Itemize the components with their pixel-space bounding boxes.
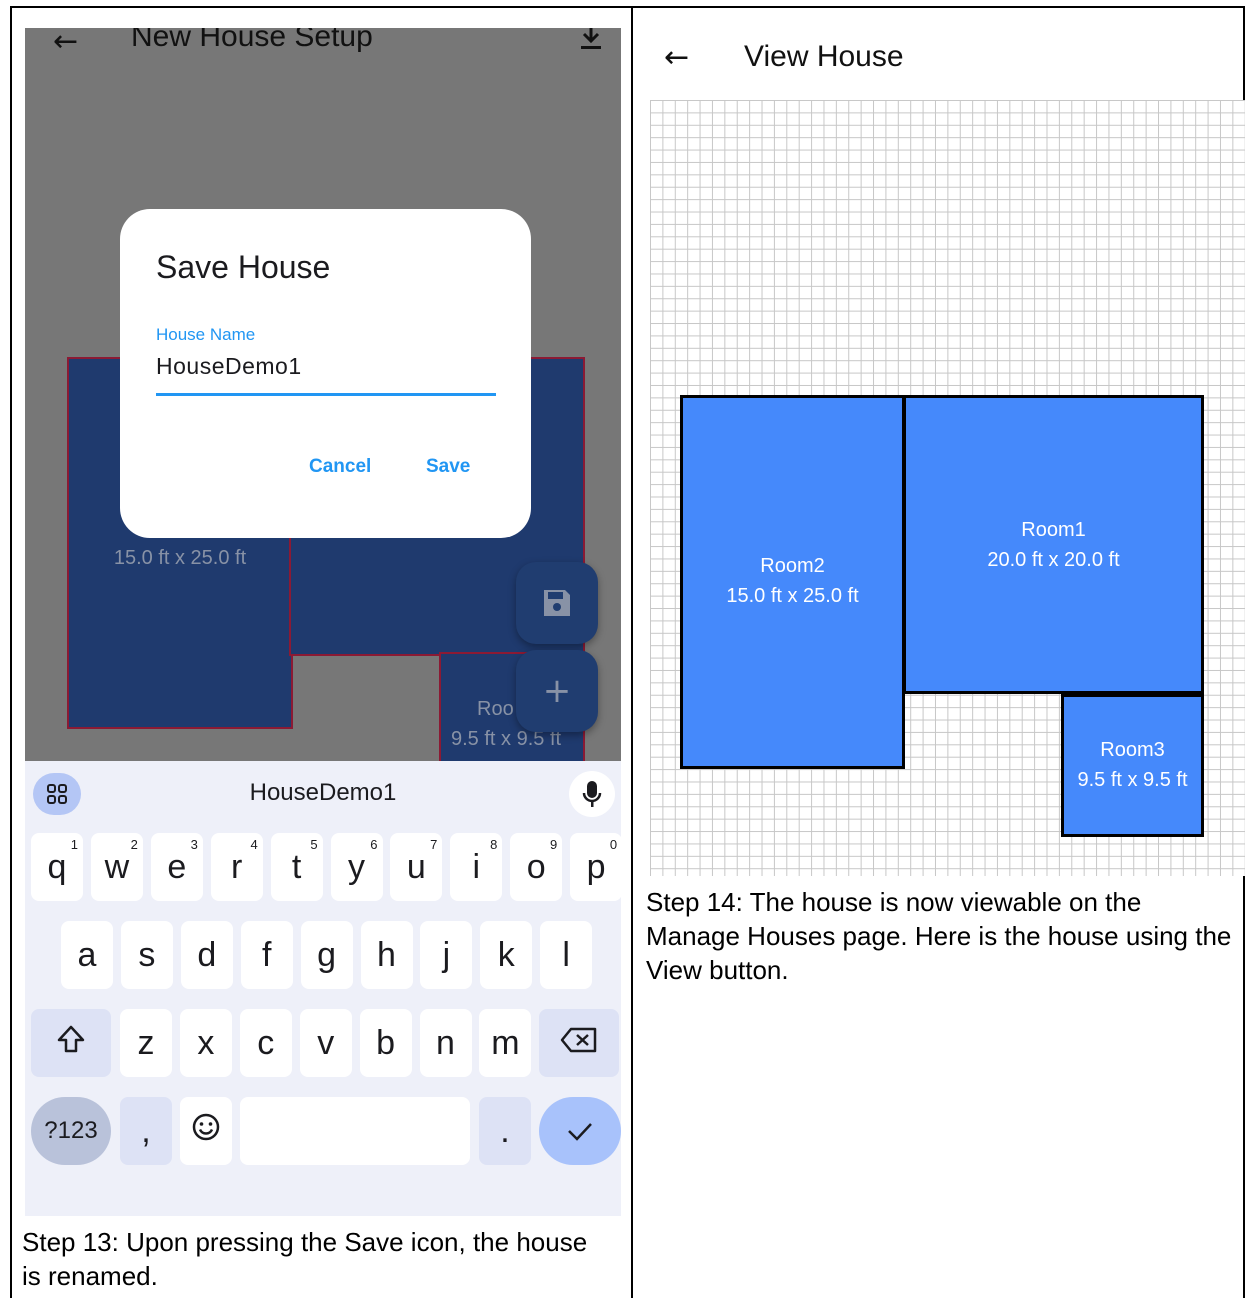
key-hint: 2 — [130, 837, 138, 852]
key-n[interactable]: n — [419, 1009, 472, 1077]
input-underline — [156, 393, 496, 396]
key-hint: 8 — [490, 837, 498, 852]
room-name: Roo — [477, 698, 514, 720]
room-name: Room2 — [760, 555, 825, 577]
app-bar: ← New House Setup — [25, 28, 621, 70]
comma-key[interactable]: , — [120, 1097, 172, 1165]
key-label: e — [167, 847, 187, 886]
key-label: p — [586, 847, 606, 886]
key-t[interactable]: t5 — [270, 833, 323, 901]
emoji-key[interactable] — [180, 1097, 232, 1165]
key-l[interactable]: l — [540, 921, 593, 989]
key-hint: 0 — [609, 837, 618, 852]
save-icon — [516, 562, 598, 644]
keyboard-suggestion[interactable]: HouseDemo1 — [25, 779, 621, 807]
plus-icon: + — [542, 671, 572, 711]
period-key[interactable]: . — [479, 1097, 531, 1165]
step-14-caption: Step 14: The house is now viewable on th… — [646, 887, 1232, 985]
house-name-label: House Name — [156, 325, 256, 344]
key-j[interactable]: j — [420, 921, 473, 989]
cancel-button[interactable]: Cancel — [309, 456, 371, 478]
key-label: r — [231, 847, 243, 886]
key-g[interactable]: g — [300, 921, 353, 989]
download-icon[interactable] — [579, 28, 603, 59]
add-room-fab-button[interactable]: + — [516, 650, 598, 732]
key-label: q — [47, 847, 67, 886]
check-icon — [566, 1112, 594, 1151]
page-title: View House — [744, 40, 904, 73]
on-screen-keyboard: HouseDemo1 q1w2e3r4t5y6u7i8o9p0 asdfghjk… — [25, 761, 621, 1216]
left-screenshot: ← New House Setup 15.0 ft x 25.0 ft Roo … — [25, 28, 621, 1216]
key-label: o — [526, 847, 546, 886]
key-k[interactable]: k — [480, 921, 533, 989]
room-dims: 9.5 ft x 9.5 ft — [1077, 769, 1188, 791]
save-fab-button[interactable] — [516, 562, 598, 644]
room-tile[interactable]: Room2 15.0 ft x 25.0 ft — [680, 395, 905, 769]
room-name: Room1 — [1021, 519, 1086, 541]
key-e[interactable]: e3 — [150, 833, 203, 901]
key-w[interactable]: w2 — [90, 833, 143, 901]
room-tile[interactable]: Room1 20.0 ft x 20.0 ft — [903, 395, 1204, 694]
app-bar: ← View House — [636, 28, 1245, 92]
key-label: t — [291, 847, 302, 886]
key-d[interactable]: d — [180, 921, 233, 989]
backspace-icon — [560, 1024, 598, 1063]
key-hint: 6 — [370, 837, 378, 852]
backspace-key[interactable] — [539, 1009, 619, 1077]
table-left-border — [10, 6, 12, 1298]
key-hint: 3 — [190, 837, 198, 852]
space-key[interactable] — [240, 1097, 470, 1165]
room-tile[interactable]: Room3 9.5 ft x 9.5 ft — [1061, 694, 1204, 837]
page-title: New House Setup — [131, 28, 373, 53]
shift-icon — [56, 1024, 86, 1063]
key-q[interactable]: q1 — [31, 833, 83, 901]
key-label: w — [104, 847, 130, 886]
key-p[interactable]: p0 — [570, 833, 621, 901]
key-y[interactable]: y6 — [330, 833, 383, 901]
key-hint: 7 — [430, 837, 438, 852]
key-b[interactable]: b — [359, 1009, 412, 1077]
room-dims: 15.0 ft x 25.0 ft — [113, 547, 247, 569]
shift-key[interactable] — [31, 1009, 111, 1077]
step-13-caption: Step 13: Upon pressing the Save icon, th… — [22, 1227, 588, 1291]
key-o[interactable]: o9 — [510, 833, 563, 901]
key-x[interactable]: x — [179, 1009, 232, 1077]
key-s[interactable]: s — [120, 921, 173, 989]
key-c[interactable]: c — [239, 1009, 292, 1077]
back-arrow-icon[interactable]: ← — [664, 40, 689, 75]
key-hint: 4 — [250, 837, 258, 852]
enter-key[interactable] — [539, 1097, 621, 1165]
microphone-icon[interactable] — [569, 771, 615, 817]
key-r[interactable]: r4 — [210, 833, 263, 901]
room-dims: 20.0 ft x 20.0 ft — [987, 549, 1120, 571]
key-hint: 1 — [70, 837, 78, 852]
back-arrow-icon[interactable]: ← — [53, 28, 78, 59]
save-house-dialog: Save House House Name HouseDemo1 Cancel … — [120, 209, 531, 538]
table-top-border — [10, 6, 1243, 8]
key-h[interactable]: h — [360, 921, 413, 989]
key-a[interactable]: a — [61, 921, 113, 989]
key-u[interactable]: u7 — [390, 833, 443, 901]
key-label: i — [472, 847, 481, 886]
key-v[interactable]: v — [299, 1009, 352, 1077]
dialog-title: Save House — [156, 249, 331, 285]
table-middle-border — [631, 6, 633, 1298]
save-button[interactable]: Save — [426, 456, 470, 478]
key-i[interactable]: i8 — [450, 833, 503, 901]
key-label: y — [348, 847, 365, 886]
key-hint: 9 — [549, 837, 558, 852]
floor-plan-grid: Room2 15.0 ft x 25.0 ft Room1 20.0 ft x … — [650, 100, 1245, 876]
key-label: u — [406, 847, 426, 886]
key-z[interactable]: z — [120, 1009, 172, 1077]
room-dims: 15.0 ft x 25.0 ft — [726, 585, 859, 607]
emoji-icon — [191, 1112, 221, 1151]
key-f[interactable]: f — [240, 921, 293, 989]
key-hint: 5 — [310, 837, 318, 852]
symbols-key[interactable]: ?123 — [31, 1097, 111, 1165]
key-m[interactable]: m — [479, 1009, 532, 1077]
house-name-input[interactable]: HouseDemo1 — [156, 353, 302, 380]
room-name: Room3 — [1100, 739, 1165, 761]
